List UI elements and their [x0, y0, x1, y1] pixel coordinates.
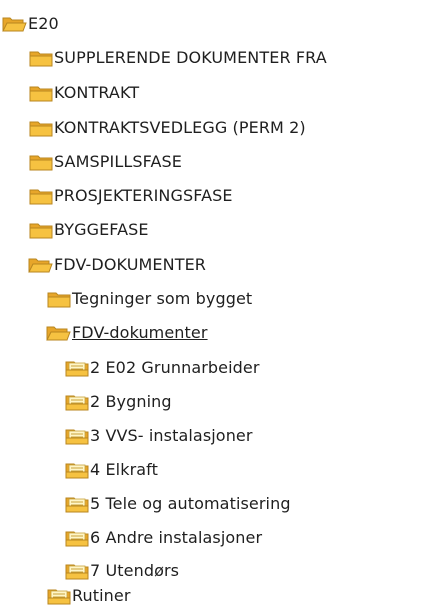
- tree-node-label: PROSJEKTERINGSFASE: [54, 186, 233, 205]
- tree-node-label: SAMSPILLSFASE: [54, 152, 182, 171]
- document-folder-icon: [64, 528, 90, 548]
- document-folder-icon: [64, 358, 90, 378]
- tree-node-label: 2 E02 Grunnarbeider: [90, 358, 260, 377]
- document-folder-icon: [64, 494, 90, 514]
- tree-node-label: 5 Tele og automatisering: [90, 494, 291, 513]
- tree-node-label: 3 VVS- instalasjoner: [90, 426, 253, 445]
- tree-node-tegninger-som-bygget[interactable]: Tegninger som bygget: [46, 287, 252, 311]
- tree-node-label: SUPPLERENDE DOKUMENTER FRA: [54, 48, 327, 67]
- tree-node-kontrakt[interactable]: KONTRAKT: [28, 81, 139, 105]
- document-folder-icon: [64, 392, 90, 412]
- folder-tree: E20 SUPPLERENDE DOKUMENTER FRA KONTRAKT …: [0, 0, 424, 609]
- folder-icon: [28, 186, 54, 206]
- tree-node-vvs-instalasjoner[interactable]: 3 VVS- instalasjoner: [64, 424, 253, 448]
- tree-node-rutiner[interactable]: Rutiner: [46, 584, 131, 608]
- tree-node-utendors[interactable]: 7 Utendørs: [64, 559, 179, 583]
- tree-node-label: Rutiner: [72, 586, 131, 605]
- tree-node-label: 4 Elkraft: [90, 460, 158, 479]
- folder-open-icon: [46, 323, 72, 343]
- tree-node-fdv-dokumenter-root[interactable]: FDV-DOKUMENTER: [28, 253, 206, 277]
- tree-node-label: BYGGEFASE: [54, 220, 149, 239]
- tree-node-label: FDV-dokumenter: [72, 323, 208, 342]
- tree-node-label: 2 Bygning: [90, 392, 172, 411]
- folder-icon: [28, 152, 54, 172]
- document-folder-icon: [64, 426, 90, 446]
- tree-node-fdv-dokumenter[interactable]: FDV-dokumenter: [46, 321, 208, 345]
- folder-open-icon: [28, 255, 54, 275]
- folder-open-icon: [2, 14, 28, 34]
- tree-node-supplerende-dokumenter[interactable]: SUPPLERENDE DOKUMENTER FRA: [28, 46, 327, 70]
- tree-node-label: 7 Utendørs: [90, 561, 180, 580]
- document-folder-icon: [64, 460, 90, 480]
- folder-icon: [28, 220, 54, 240]
- tree-node-kontraktsvedlegg[interactable]: KONTRAKTSVEDLEGG (PERM 2): [28, 116, 306, 140]
- tree-node-e20[interactable]: E20: [2, 12, 59, 36]
- document-folder-icon: [64, 561, 90, 581]
- tree-node-samspillsfase[interactable]: SAMSPILLSFASE: [28, 150, 182, 174]
- tree-node-label: KONTRAKTSVEDLEGG (PERM 2): [54, 118, 306, 137]
- folder-icon: [46, 289, 72, 309]
- tree-node-byggefase[interactable]: BYGGEFASE: [28, 218, 149, 242]
- tree-node-prosjekteringsfase[interactable]: PROSJEKTERINGSFASE: [28, 184, 233, 208]
- tree-node-elkraft[interactable]: 4 Elkraft: [64, 458, 158, 482]
- tree-node-label: KONTRAKT: [54, 83, 140, 102]
- folder-icon: [28, 118, 54, 138]
- tree-node-bygning[interactable]: 2 Bygning: [64, 390, 172, 414]
- document-folder-icon: [46, 586, 72, 606]
- tree-node-label: FDV-DOKUMENTER: [54, 255, 206, 274]
- tree-node-label: Tegninger som bygget: [72, 289, 253, 308]
- folder-icon: [28, 48, 54, 68]
- tree-node-tele-og-automatisering[interactable]: 5 Tele og automatisering: [64, 492, 291, 516]
- tree-node-andre-instalasjoner[interactable]: 6 Andre instalasjoner: [64, 526, 262, 550]
- tree-node-label: E20: [28, 14, 59, 33]
- folder-icon: [28, 83, 54, 103]
- tree-node-label: 6 Andre instalasjoner: [90, 528, 263, 547]
- tree-node-e02-grunnarbeider[interactable]: 2 E02 Grunnarbeider: [64, 356, 260, 380]
